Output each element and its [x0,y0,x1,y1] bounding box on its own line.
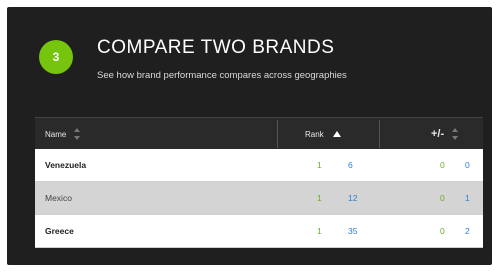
row-name: Mexico [45,193,72,203]
sort-ascending-icon[interactable] [332,131,341,137]
change-value-b: 0 [465,160,470,170]
step-badge: 3 [39,40,73,74]
sort-icon[interactable] [452,128,459,140]
change-value-a: 0 [440,193,445,203]
table-row[interactable]: Greece 1 35 0 2 [35,215,483,248]
panel-title: COMPARE TWO BRANDS [97,37,335,58]
change-value-b: 2 [465,226,470,236]
row-name: Greece [45,226,74,236]
column-header-name-label: Name [45,129,67,139]
rank-value-a: 1 [317,193,322,203]
table-body: Venezuela 1 6 0 0 Mexico 1 12 0 1 Greece… [35,149,483,248]
table-header: Name Rank +/- [35,117,483,150]
sort-icon[interactable] [74,128,81,140]
column-header-plus-minus[interactable]: +/- [431,118,459,150]
rank-value-b: 6 [348,160,353,170]
table-row[interactable]: Mexico 1 12 0 1 [35,182,483,215]
rank-value-b: 12 [348,193,358,203]
column-divider [277,120,278,148]
row-name: Venezuela [45,160,87,170]
change-value-a: 0 [440,226,445,236]
column-header-rank[interactable]: Rank [305,118,341,150]
column-header-name[interactable]: Name [45,118,81,150]
rank-value-a: 1 [317,226,322,236]
change-value-a: 0 [440,160,445,170]
rank-value-a: 1 [317,160,322,170]
column-header-rank-label: Rank [305,129,324,139]
change-value-b: 1 [465,193,470,203]
column-header-plus-minus-label: +/- [431,128,445,140]
rank-value-b: 35 [348,226,358,236]
panel-subtitle: See how brand performance compares acros… [97,70,347,81]
table-row[interactable]: Venezuela 1 6 0 0 [35,149,483,182]
brand-comparison-table: Name Rank +/- Venezuela 1 6 0 0 Mexico 1… [35,117,483,252]
column-divider [379,120,380,148]
compare-brands-panel: 3 COMPARE TWO BRANDS See how brand perfo… [7,7,492,265]
